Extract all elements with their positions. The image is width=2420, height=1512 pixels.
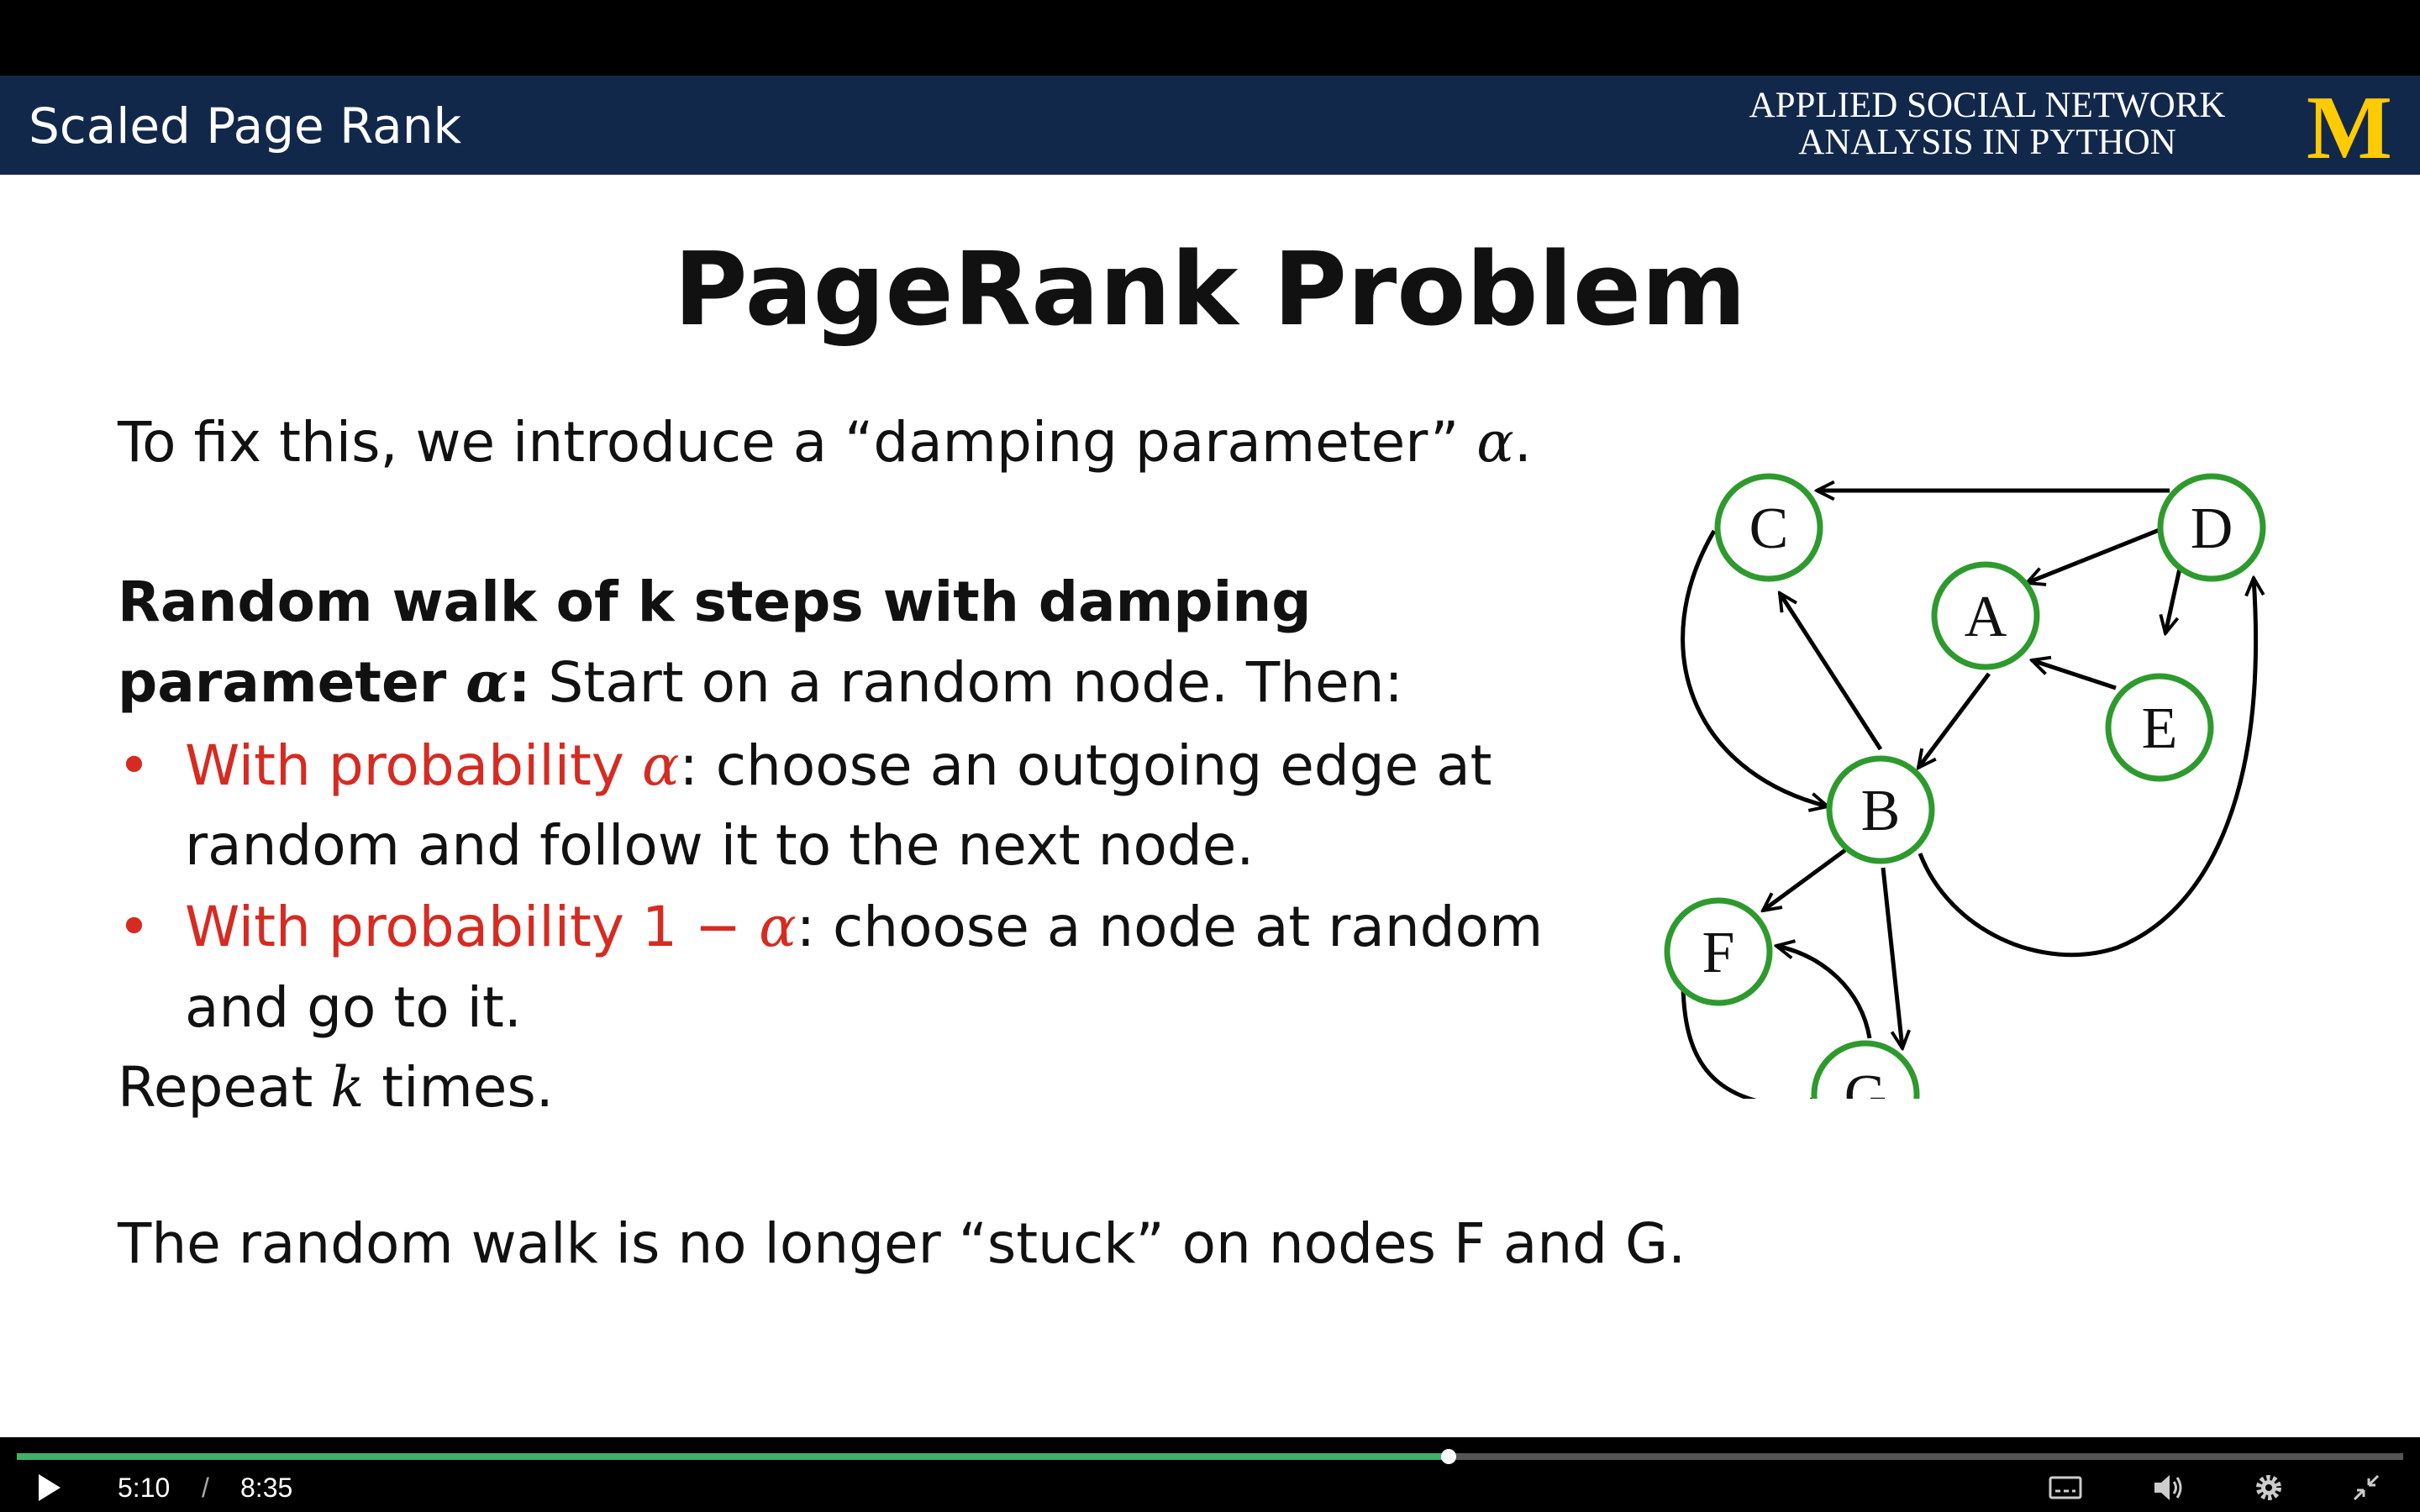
- exit-fullscreen-icon[interactable]: [2349, 1471, 2383, 1504]
- course-name-line-2: ANALYSIS IN PYTHON: [1798, 123, 2176, 162]
- repeat-times: times.: [364, 1055, 554, 1120]
- node-label: C: [1749, 496, 1789, 561]
- intro-period: .: [1513, 410, 1532, 475]
- current-time: 5:10: [118, 1473, 171, 1503]
- edge-b-c: [1780, 593, 1883, 751]
- walk-heading-line-2: parameter α: Start on a random node. The…: [118, 649, 1403, 715]
- bullet-dot: •: [118, 895, 150, 959]
- node-label: E: [2142, 696, 2178, 761]
- alpha-symbol: α: [641, 733, 680, 798]
- node-label: B: [1861, 779, 1901, 843]
- intro-line: To fix this, we introduce a “damping par…: [118, 410, 1532, 475]
- settings-icon[interactable]: [2252, 1471, 2286, 1504]
- bullet-2-text: : choose a node at random: [796, 895, 1544, 959]
- top-black-bar: [0, 0, 2420, 76]
- progress-fill: [17, 1453, 1449, 1460]
- slide-header: Scaled Page Rank APPLIED SOCIAL NETWORK …: [0, 76, 2420, 175]
- alpha-symbol: α: [759, 895, 797, 959]
- edge-a-b: [1918, 672, 1991, 768]
- course-name: APPLIED SOCIAL NETWORK ANALYSIS IN PYTHO…: [1714, 87, 2260, 161]
- slide-title: PageRank Problem: [673, 232, 1747, 349]
- alpha-symbol: α: [466, 649, 509, 715]
- bullet-2-continuation: and go to it.: [185, 975, 522, 1040]
- bullet-dot: •: [118, 733, 150, 798]
- repeat-text: Repeat: [118, 1055, 331, 1120]
- bullet-1-probability: With probability: [185, 733, 642, 798]
- walk-heading-colon: :: [508, 650, 531, 715]
- time-separator: /: [202, 1473, 209, 1503]
- node-label: G: [1844, 1063, 1887, 1099]
- play-icon[interactable]: [32, 1471, 66, 1504]
- university-logo: M: [2307, 87, 2392, 165]
- logo-letter: M: [2307, 87, 2392, 165]
- edge-b-f: [1763, 848, 1847, 911]
- edge-b-g: [1881, 867, 1902, 1048]
- bullet-2-probability: With probability 1 −: [185, 895, 760, 959]
- video-controls: 5:10 / 8:35: [0, 1437, 2420, 1512]
- network-diagram: C D A E B F G: [1664, 473, 2266, 1099]
- bullet-1-text: : choose an outgoing edge at: [679, 733, 1492, 798]
- captions-icon[interactable]: [2049, 1471, 2082, 1504]
- walk-heading-line-1: Random walk of k steps with damping: [118, 570, 1312, 634]
- k-symbol: k: [330, 1055, 365, 1120]
- bullet-1-continuation: random and follow it to the next node.: [185, 813, 1255, 878]
- alpha-symbol: α: [1476, 410, 1514, 475]
- intro-text: To fix this, we introduce a “damping par…: [118, 410, 1477, 475]
- progress-handle[interactable]: [1441, 1449, 1456, 1464]
- node-label: F: [1702, 921, 1735, 985]
- node-label: A: [1965, 585, 2007, 649]
- lecture-title: Scaled Page Rank: [29, 97, 462, 155]
- duration: 8:35: [240, 1473, 293, 1503]
- bullet-2: With probability 1 − α: choose a node at…: [185, 895, 1543, 959]
- walk-start-text: Start on a random node. Then:: [530, 650, 1403, 715]
- repeat-line: Repeat k times.: [118, 1055, 554, 1120]
- bullet-1: With probability α: choose an outgoing e…: [185, 733, 1492, 798]
- edge-d-a: [2027, 527, 2162, 583]
- walk-heading-parameter: parameter: [118, 650, 466, 715]
- conclusion-text: The random walk is no longer “stuck” on …: [118, 1211, 1686, 1276]
- node-label: D: [2191, 496, 2233, 561]
- course-name-line-1: APPLIED SOCIAL NETWORK: [1749, 86, 2226, 125]
- volume-icon[interactable]: [2151, 1471, 2185, 1504]
- edge-e-a: [2032, 660, 2117, 690]
- edge-g-f: [1776, 946, 1872, 1039]
- slide-content: PageRank Problem To fix this, we introdu…: [0, 175, 2420, 1437]
